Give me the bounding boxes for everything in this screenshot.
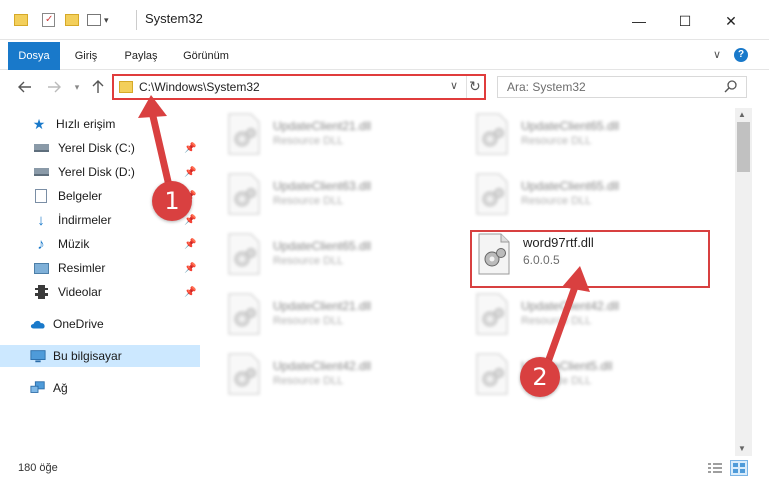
step-marker-1: 1 [152,181,192,221]
annotation-arrows [138,95,590,366]
step-marker-2: 2 [520,357,560,397]
